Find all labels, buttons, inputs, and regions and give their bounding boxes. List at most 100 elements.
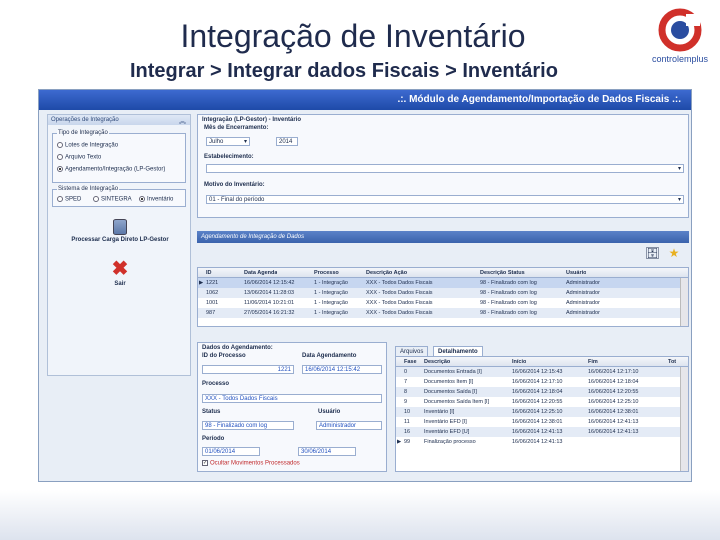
details-title: Dados do Agendamento:: [202, 345, 273, 351]
integration-form-title: Integração (LP-Gestor) - Inventário: [202, 117, 302, 123]
radio-sintegra[interactable]: SINTEGRA: [93, 196, 132, 203]
usuario-field[interactable]: Administrador: [316, 421, 382, 430]
radio-lotes-integracao[interactable]: Lotes de Integração: [57, 142, 118, 149]
col-header[interactable]: Data Agenda: [244, 270, 277, 276]
col-header[interactable]: Descrição: [424, 359, 450, 365]
radio-dot: [93, 196, 99, 202]
operations-panel-title: Operações de Integração ︽: [48, 115, 190, 125]
cell: 99: [404, 439, 411, 445]
cell: 987: [206, 310, 216, 316]
col-header[interactable]: ID: [206, 270, 212, 276]
status-label: Status: [202, 409, 221, 415]
table-row[interactable]: 987 27/05/2014 16:21:32 1 - Integração X…: [198, 308, 688, 318]
database-icon[interactable]: 🗄: [645, 246, 660, 260]
ano-value: 2014: [279, 139, 293, 145]
table-row[interactable]: 9 Documentos Saída Item [I] 16/06/2014 12:…: [396, 397, 688, 407]
radio-sped[interactable]: SPED: [57, 196, 81, 203]
table-row[interactable]: 8 Documentos Saída [I] 16/06/2014 12:18:04…: [396, 387, 688, 397]
motivo-select[interactable]: 01 - Final do período ▾: [206, 195, 684, 204]
cell: 1 - Integração: [314, 310, 348, 316]
processo-field[interactable]: XXX - Todos Dados Fiscais: [202, 394, 382, 403]
periodo-fim-field[interactable]: 30/06/2014: [298, 447, 356, 456]
radio-label: Lotes de Integração: [65, 142, 119, 149]
star-icon[interactable]: ★: [667, 246, 681, 260]
radio-arquivo-texto[interactable]: Arquivo Texto: [57, 154, 101, 161]
cell: 16/06/2014 12:20:55: [588, 389, 639, 395]
cell: 16/06/2014 12:38:01: [512, 419, 563, 425]
app-window: .:. Módulo de Agendamento/Importação de …: [38, 89, 692, 482]
table-row[interactable]: 7 Documentos Item [I] 16/06/2014 12:17:10 1…: [396, 377, 688, 387]
col-header[interactable]: Processo: [314, 270, 339, 276]
mes-select[interactable]: Julho ▾: [206, 137, 250, 146]
cell: 8: [404, 389, 408, 395]
col-header[interactable]: Fim: [588, 359, 598, 365]
radio-inventario[interactable]: Inventário: [139, 196, 173, 203]
cell: Inventário [I]: [424, 409, 455, 415]
cell: Administrador: [566, 280, 600, 286]
table-row[interactable]: ▶ 1221 16/06/2014 12:15:42 1 - Integraçã…: [198, 278, 688, 288]
mes-encerramento-label: Mês de Encerramento:: [204, 125, 269, 131]
module-header: .:. Módulo de Agendamento/Importação de …: [39, 90, 691, 110]
agenda-grid-header: ID Data Agenda Processo Descrição Ação D…: [198, 268, 688, 278]
cell: Administrador: [566, 300, 600, 306]
radio-agendamento-integracao[interactable]: Agendamento/Integração (LP-Gestor): [57, 166, 165, 173]
radio-label: SINTEGRA: [101, 196, 132, 203]
ano-stepper[interactable]: 2014: [276, 137, 298, 146]
col-header[interactable]: Descrição Ação: [366, 270, 407, 276]
table-row[interactable]: 11 Inventário EFD [I] 16/06/2014 12:38:01 1…: [396, 417, 688, 427]
col-header[interactable]: Fase: [404, 359, 417, 365]
operations-panel-title-text: Operações de Integração: [51, 117, 119, 123]
cell: 1062: [206, 290, 219, 296]
table-row[interactable]: 1001 11/06/2014 10:21:01 1 - Integração …: [198, 298, 688, 308]
col-header[interactable]: Início: [512, 359, 526, 365]
checkbox-box: ✓: [202, 460, 208, 466]
radio-dot-selected: [139, 196, 145, 202]
cell: Administrador: [566, 310, 600, 316]
tab-arquivos[interactable]: Arquivos: [395, 346, 429, 356]
table-row[interactable]: 1062 13/06/2014 11:28:03 1 - Integração …: [198, 288, 688, 298]
cell: 11/06/2014 10:21:01: [244, 300, 295, 306]
table-row[interactable]: ▶ 99 Finalização processo 16/06/2014 12:41:…: [396, 437, 688, 447]
data-agendamento-field[interactable]: 16/06/2014 12:15:42: [302, 365, 382, 374]
estabelecimento-select[interactable]: ▾: [206, 164, 684, 173]
col-header[interactable]: Usuário: [566, 270, 586, 276]
process-carga-button[interactable]: Processar Carga Direto LP-Gestor: [58, 219, 182, 243]
table-row[interactable]: 10 Inventário [I] 16/06/2014 12:25:10 16/06…: [396, 407, 688, 417]
col-header[interactable]: Tot: [668, 359, 676, 365]
motivo-label: Motivo do Inventário:: [204, 182, 265, 188]
cell: Documentos Saída [I]: [424, 389, 477, 395]
id-processo-field[interactable]: 1221: [202, 365, 294, 374]
cell: 7: [404, 379, 408, 385]
periodo-inicio-field[interactable]: 01/06/2014: [202, 447, 260, 456]
tab-detalhamento[interactable]: Detalhamento: [433, 346, 483, 356]
mes-value: Julho: [209, 139, 224, 145]
cell: 16/06/2014 12:15:42: [244, 280, 295, 286]
row-selector-icon: ▶: [199, 280, 204, 286]
table-row[interactable]: 0 Documentos Entrada [I] 16/06/2014 12:15:…: [396, 367, 688, 377]
cell: 16/06/2014 12:41:13: [512, 439, 563, 445]
vertical-scrollbar[interactable]: [680, 278, 688, 326]
exit-button[interactable]: ✖ Sair: [58, 259, 182, 287]
operations-panel: Operações de Integração ︽ Tipo de Integr…: [47, 114, 191, 376]
chevron-up-icon[interactable]: ︽: [179, 116, 186, 126]
status-field[interactable]: 98 - Finalizado com log: [202, 421, 294, 430]
cell: Inventário EFD [U]: [424, 429, 470, 435]
cell: 16: [404, 429, 411, 435]
table-row[interactable]: 16 Inventário EFD [U] 16/06/2014 12:41:13 1…: [396, 427, 688, 437]
periodo-label: Período: [202, 436, 225, 442]
cell: XXX - Todos Dados Fiscais: [366, 290, 433, 296]
ocultar-movimentos-checkbox[interactable]: ✓ Ocultar Movimentos Processados: [202, 460, 300, 467]
col-header[interactable]: Descrição Status: [480, 270, 525, 276]
radio-label: Inventário: [147, 196, 174, 203]
integration-form: Integração (LP-Gestor) - Inventário Mês …: [197, 114, 689, 218]
company-logo: controlemplus: [648, 8, 712, 68]
cell: 9: [404, 399, 408, 405]
vertical-scrollbar[interactable]: [680, 367, 688, 471]
exit-label: Sair: [114, 281, 126, 287]
cell: Documentos Item [I]: [424, 379, 474, 385]
cell: Finalização processo: [424, 439, 476, 445]
cell: 16/06/2014 12:15:43: [512, 369, 563, 375]
cell: 1 - Integração: [314, 280, 348, 286]
cell: 16/06/2014 12:18:04: [588, 379, 639, 385]
logo-text: controlemplus: [651, 54, 709, 64]
